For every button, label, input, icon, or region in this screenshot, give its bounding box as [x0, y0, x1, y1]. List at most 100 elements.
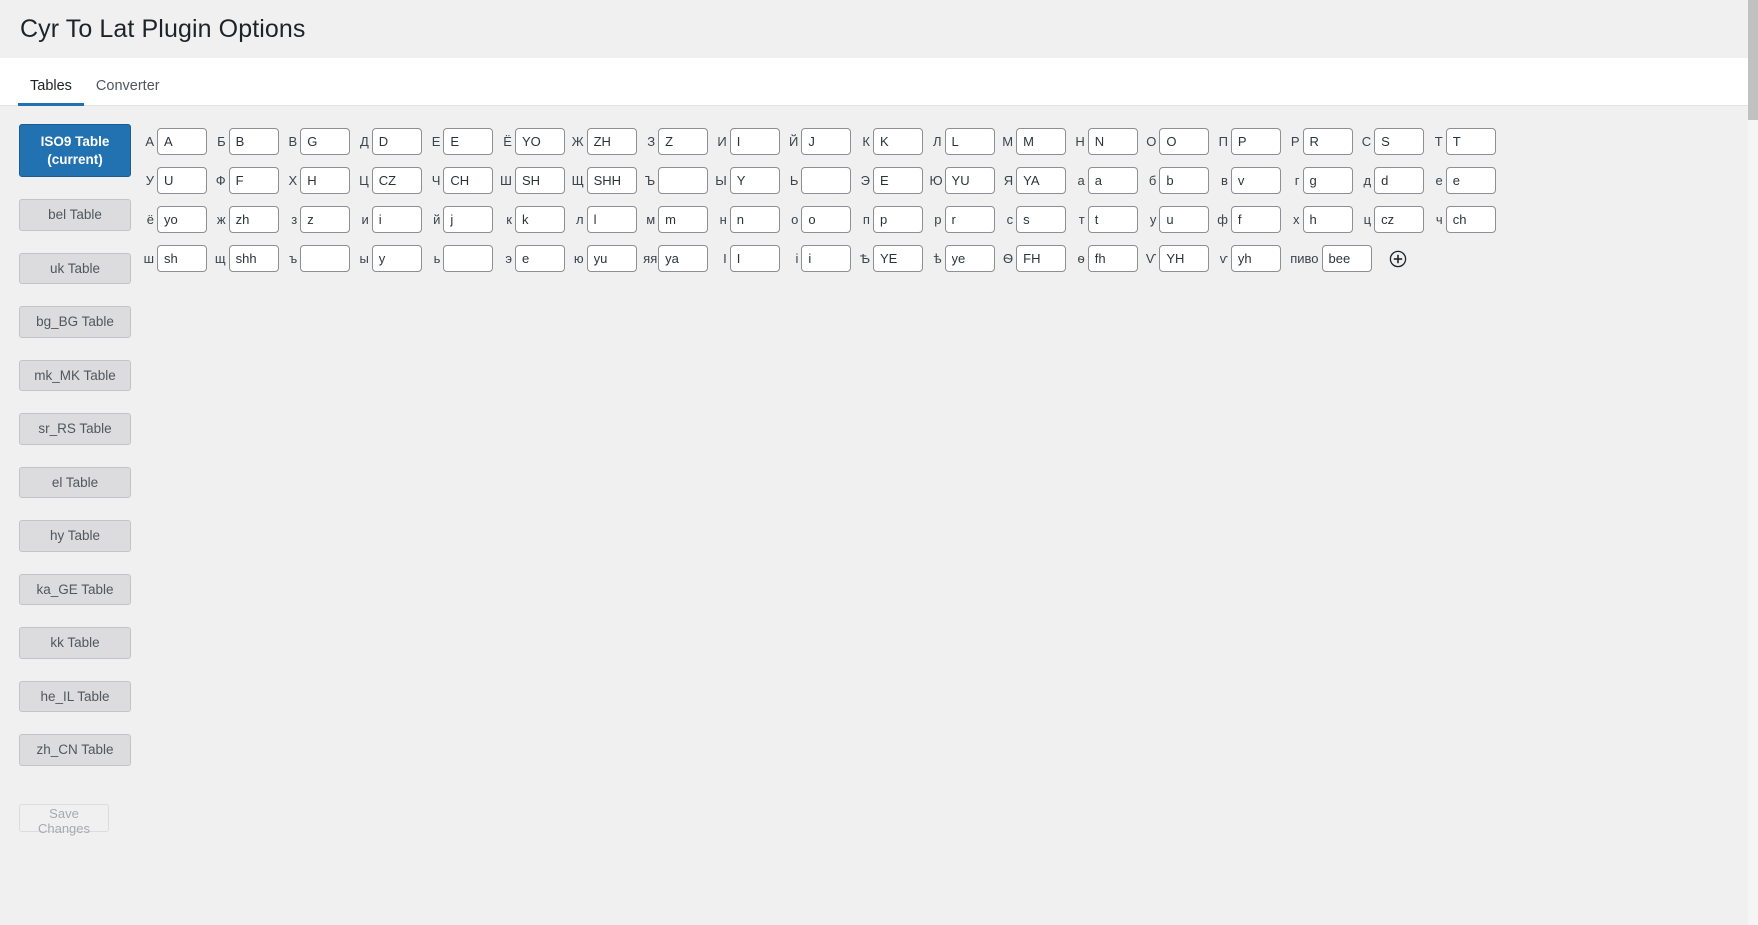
latin-input[interactable]	[944, 245, 995, 272]
latin-input[interactable]	[1087, 167, 1138, 194]
latin-input[interactable]	[371, 245, 422, 272]
latin-input[interactable]	[729, 206, 780, 233]
cyrillic-label: Ж	[571, 134, 584, 149]
latin-input[interactable]	[157, 245, 207, 272]
latin-input[interactable]	[371, 128, 422, 155]
table-button-ka-ge-table[interactable]: ka_GE Table	[19, 573, 131, 606]
latin-input[interactable]	[1445, 128, 1496, 155]
latin-input[interactable]	[228, 245, 279, 272]
latin-input[interactable]	[228, 128, 279, 155]
table-button-sr-rs-table[interactable]: sr_RS Table	[19, 413, 131, 445]
latin-input[interactable]	[1230, 128, 1281, 155]
latin-input[interactable]	[1374, 206, 1425, 233]
latin-input[interactable]	[658, 206, 709, 233]
latin-input[interactable]	[300, 128, 351, 155]
table-button-hy-table[interactable]: hy Table	[19, 520, 131, 552]
latin-input[interactable]	[371, 167, 422, 194]
page-scrollbar[interactable]	[1748, 0, 1758, 925]
latin-input[interactable]	[514, 128, 565, 155]
latin-input[interactable]	[1374, 128, 1425, 155]
cyrillic-label: ё	[146, 212, 154, 227]
latin-input[interactable]	[1374, 167, 1425, 194]
latin-input[interactable]	[443, 206, 494, 233]
latin-input[interactable]	[157, 128, 207, 155]
latin-input[interactable]	[300, 245, 351, 272]
latin-input[interactable]	[1302, 128, 1353, 155]
latin-input[interactable]	[729, 245, 780, 272]
latin-input[interactable]	[1016, 167, 1067, 194]
latin-input[interactable]	[729, 167, 780, 194]
tab-tables[interactable]: Tables	[18, 78, 84, 106]
latin-input[interactable]	[729, 128, 780, 155]
latin-input[interactable]	[300, 206, 351, 233]
latin-input[interactable]	[1445, 206, 1496, 233]
scrollbar-thumb[interactable]	[1748, 0, 1758, 120]
latin-input[interactable]	[801, 206, 852, 233]
latin-input[interactable]	[1087, 206, 1138, 233]
latin-input[interactable]	[1087, 128, 1138, 155]
latin-input[interactable]	[228, 167, 279, 194]
latin-input[interactable]	[1302, 167, 1353, 194]
latin-input[interactable]	[1016, 206, 1067, 233]
latin-input[interactable]	[586, 128, 637, 155]
latin-input[interactable]	[801, 245, 852, 272]
transliteration-pair: ь	[428, 245, 500, 272]
latin-input[interactable]	[1230, 245, 1281, 272]
tab-converter[interactable]: Converter	[84, 78, 172, 106]
latin-input[interactable]	[872, 245, 923, 272]
latin-input[interactable]	[443, 128, 494, 155]
latin-input[interactable]	[443, 245, 494, 272]
latin-input[interactable]	[658, 128, 709, 155]
table-button-bg-bg-table[interactable]: bg_BG Table	[19, 306, 131, 338]
latin-input[interactable]	[586, 245, 637, 272]
table-button-uk-table[interactable]: uk Table	[19, 252, 131, 285]
table-button-el-table[interactable]: el Table	[19, 466, 131, 499]
latin-input[interactable]	[586, 167, 637, 194]
table-button-label: ISO9 Table (current)	[40, 133, 110, 167]
latin-input[interactable]	[1087, 245, 1138, 272]
cyrillic-label: пиво	[1290, 251, 1319, 266]
latin-input[interactable]	[1016, 128, 1067, 155]
latin-input[interactable]	[944, 167, 995, 194]
latin-input[interactable]	[514, 206, 565, 233]
latin-input[interactable]	[944, 128, 995, 155]
latin-input[interactable]	[300, 167, 351, 194]
latin-input[interactable]	[872, 206, 923, 233]
table-button-kk-table[interactable]: kk Table	[19, 627, 131, 659]
latin-input[interactable]	[1230, 206, 1281, 233]
latin-input[interactable]	[944, 206, 995, 233]
latin-input[interactable]	[801, 167, 852, 194]
latin-input[interactable]	[872, 128, 923, 155]
latin-input[interactable]	[514, 245, 565, 272]
table-button-he-il-table[interactable]: he_IL Table	[19, 680, 131, 713]
latin-input[interactable]	[514, 167, 565, 194]
latin-input[interactable]	[658, 167, 709, 194]
transliteration-pair: з	[285, 206, 357, 233]
plus-circle-icon[interactable]	[1388, 249, 1408, 269]
latin-input[interactable]	[801, 128, 852, 155]
latin-input[interactable]	[371, 206, 422, 233]
latin-input[interactable]	[1159, 128, 1210, 155]
latin-input[interactable]	[1230, 167, 1281, 194]
latin-input[interactable]	[1159, 167, 1210, 194]
latin-input[interactable]	[157, 167, 207, 194]
table-button-bel-table[interactable]: bel Table	[19, 199, 131, 231]
table-button-zh-cn-table[interactable]: zh_CN Table	[19, 734, 131, 767]
transliteration-pair: г	[1288, 167, 1360, 194]
latin-input[interactable]	[1016, 245, 1067, 272]
latin-input[interactable]	[586, 206, 637, 233]
table-button-iso9-table-current[interactable]: ISO9 Table (current)	[19, 124, 131, 177]
latin-input[interactable]	[1159, 206, 1210, 233]
latin-input[interactable]	[872, 167, 923, 194]
save-changes-button[interactable]: Save Changes	[19, 804, 109, 836]
latin-input[interactable]	[228, 206, 279, 233]
table-button-mk-mk-table[interactable]: mk_MK Table	[19, 359, 131, 392]
latin-input[interactable]	[1321, 245, 1372, 272]
latin-input[interactable]	[1159, 245, 1210, 272]
latin-input[interactable]	[1445, 167, 1496, 194]
latin-input[interactable]	[443, 167, 494, 194]
latin-input[interactable]	[157, 206, 207, 233]
latin-input[interactable]	[658, 245, 709, 272]
transliteration-pair: Я	[1001, 167, 1073, 194]
latin-input[interactable]	[1302, 206, 1353, 233]
